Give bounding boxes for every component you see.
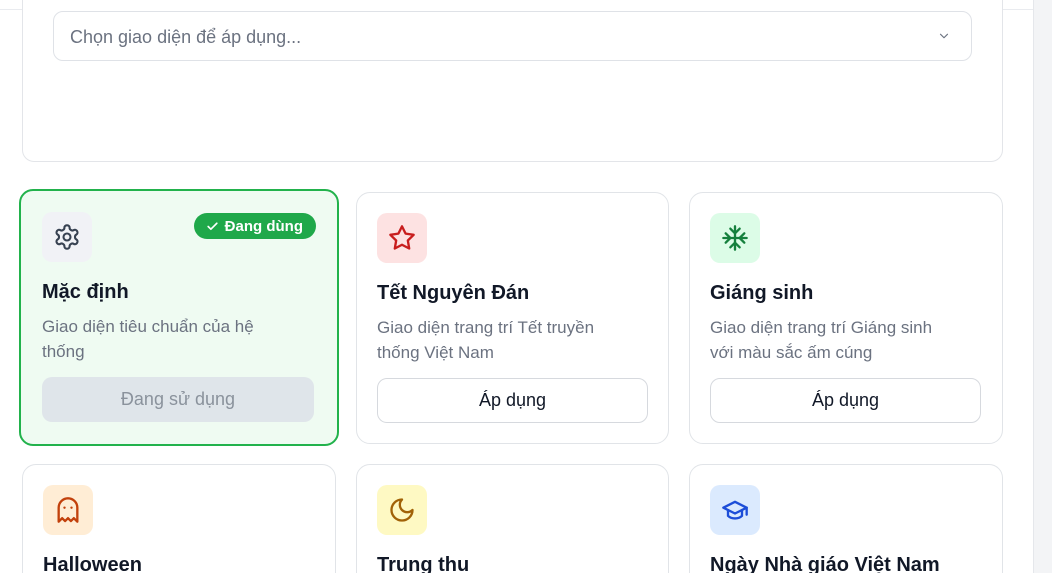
theme-card-teachers-day: Ngày Nhà giáo Việt Nam bbox=[689, 464, 1003, 573]
status-badge: Đang dùng bbox=[193, 213, 316, 239]
theme-card-halloween: Halloween bbox=[22, 464, 336, 573]
snowflake-icon bbox=[722, 225, 748, 251]
status-badge-label: Đang dùng bbox=[224, 217, 303, 235]
theme-title: Tết Nguyên Đán bbox=[377, 282, 530, 304]
theme-icon-box bbox=[377, 485, 427, 535]
theme-title: Ngày Nhà giáo Việt Nam bbox=[710, 554, 940, 573]
apply-button[interactable]: Áp dụng bbox=[710, 378, 981, 423]
theme-icon-box bbox=[377, 213, 427, 263]
chevron-down-icon bbox=[939, 33, 949, 39]
theme-title: Halloween bbox=[43, 554, 142, 573]
theme-card-default: Đang dùng Mặc định Giao diện tiêu chuẩn … bbox=[19, 189, 339, 446]
graduation-cap-icon bbox=[722, 500, 748, 520]
theme-card-mid-autumn: Trung thu bbox=[356, 464, 669, 573]
theme-icon-box bbox=[42, 212, 92, 262]
theme-icon-box bbox=[710, 485, 760, 535]
scrollbar[interactable] bbox=[1033, 0, 1052, 573]
check-icon bbox=[207, 221, 218, 230]
theme-title: Mặc định bbox=[42, 281, 129, 303]
theme-card-tet: Tết Nguyên Đán Giao diện trang trí Tết t… bbox=[356, 192, 669, 444]
theme-select-dropdown[interactable]: Chọn giao diện để áp dụng... bbox=[53, 11, 972, 61]
theme-icon-box bbox=[710, 213, 760, 263]
theme-description: Giao diện trang trí Giáng sinh với màu s… bbox=[710, 318, 933, 362]
in-use-button: Đang sử dụng bbox=[42, 377, 314, 422]
theme-card-christmas: Giáng sinh Giao diện trang trí Giáng sin… bbox=[689, 192, 1003, 444]
star-icon bbox=[389, 225, 415, 250]
ghost-icon bbox=[57, 497, 79, 523]
gear-icon bbox=[55, 224, 79, 250]
select-placeholder: Chọn giao diện để áp dụng... bbox=[70, 27, 302, 47]
moon-icon bbox=[390, 498, 414, 522]
theme-description: Giao diện tiêu chuẩn của hệ thống bbox=[42, 317, 254, 361]
theme-description: Giao diện trang trí Tết truyền thống Việ… bbox=[377, 318, 595, 362]
theme-title: Giáng sinh bbox=[710, 282, 814, 304]
apply-button[interactable]: Áp dụng bbox=[377, 378, 648, 423]
theme-icon-box bbox=[43, 485, 93, 535]
theme-title: Trung thu bbox=[377, 554, 470, 573]
